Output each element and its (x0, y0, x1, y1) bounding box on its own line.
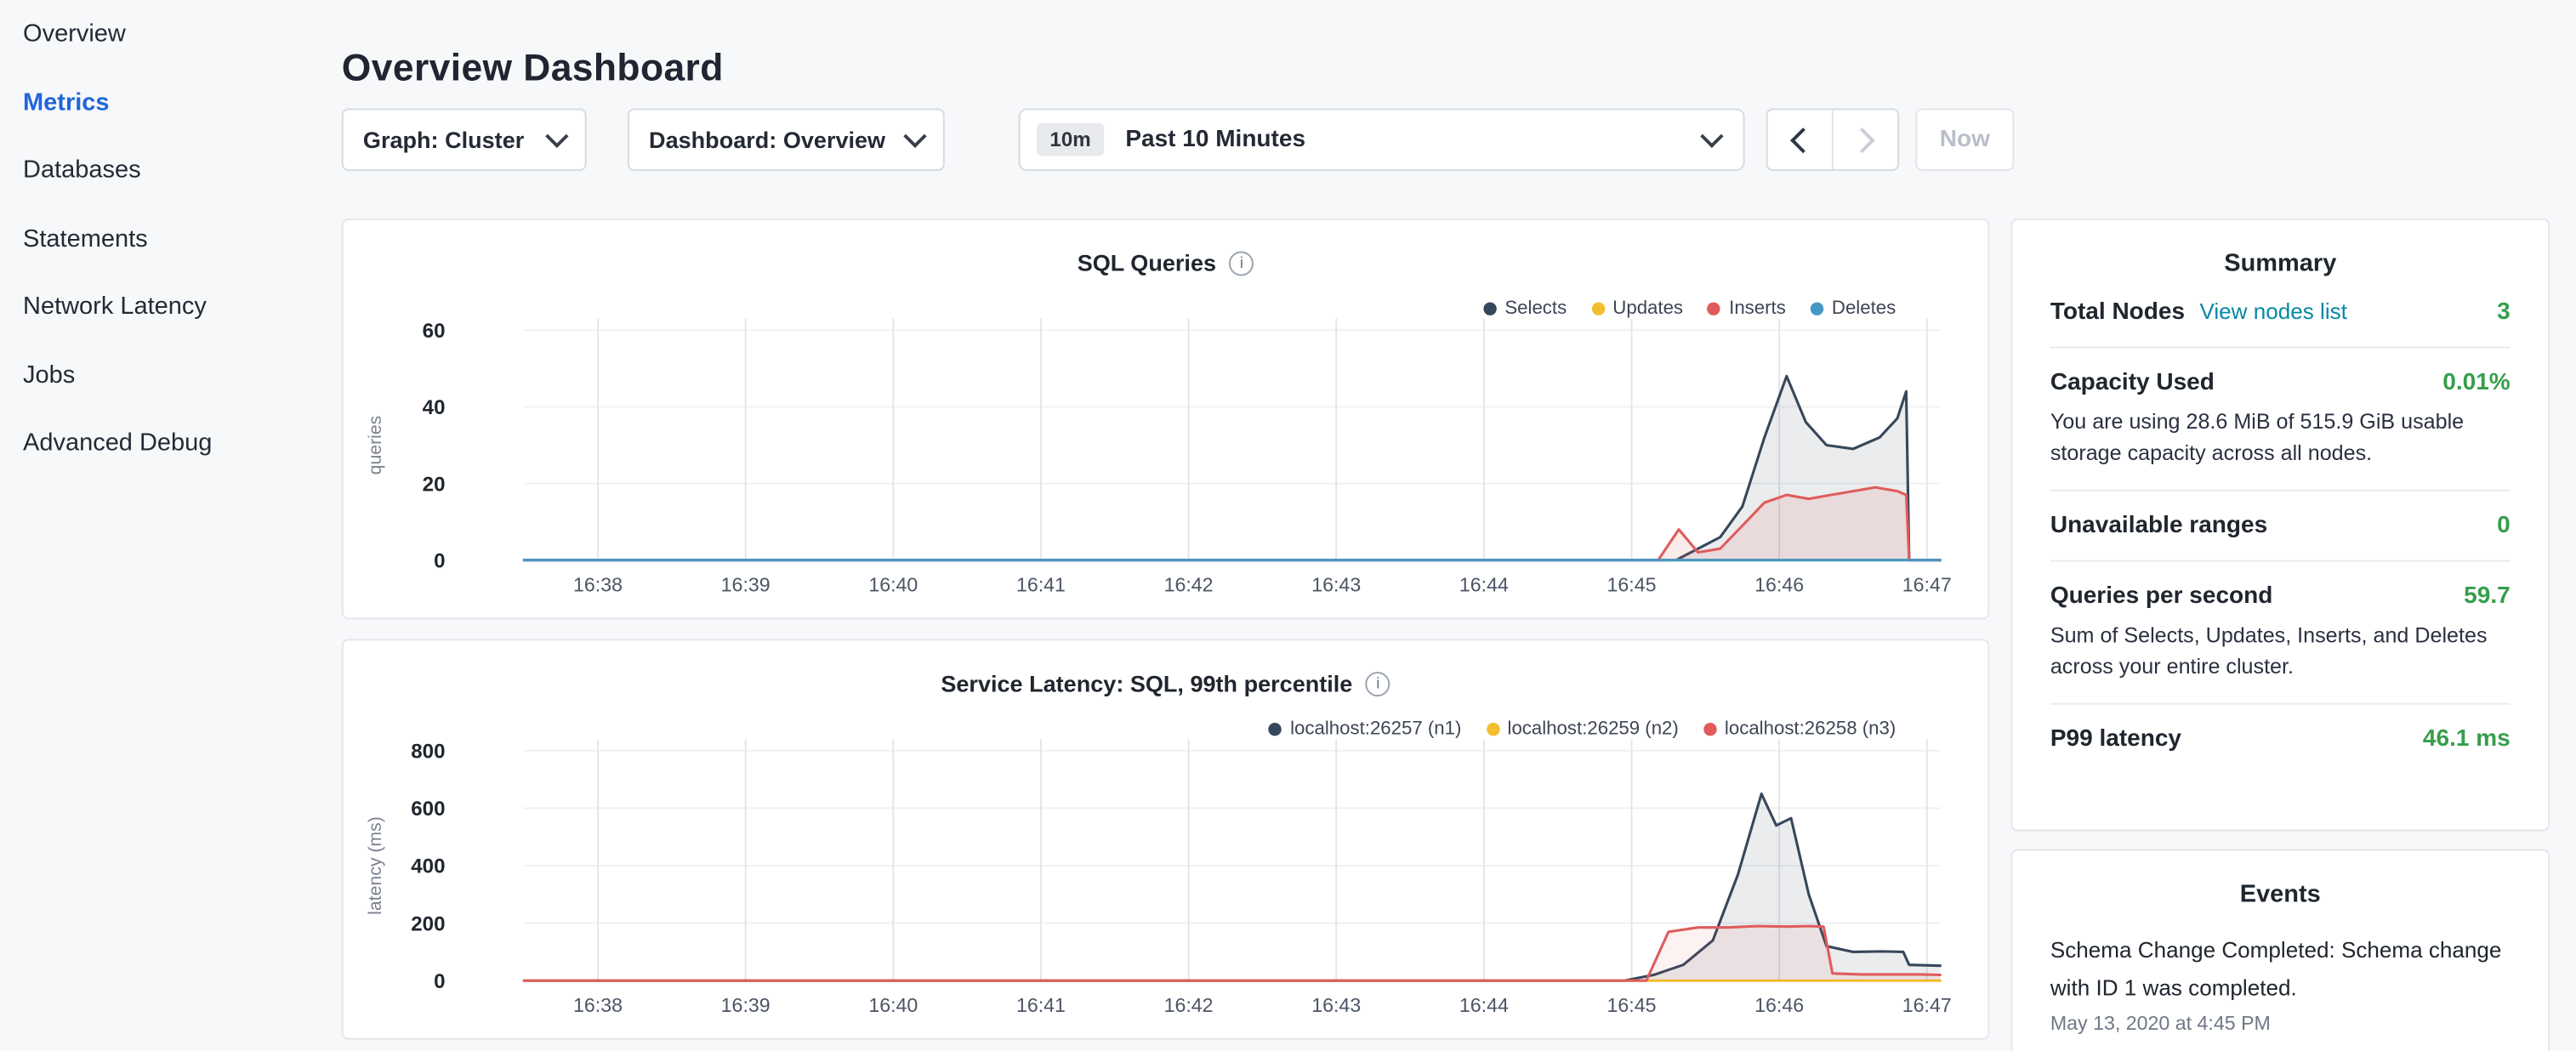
summary-description: You are using 28.6 MiB of 515.9 GiB usab… (2050, 406, 2511, 468)
time-range-badge: 10m (1037, 123, 1104, 156)
svg-text:16:47: 16:47 (1902, 573, 1952, 595)
sidebar-item-jobs[interactable]: Jobs (0, 341, 321, 409)
svg-text:16:41: 16:41 (1016, 994, 1066, 1016)
sql-queries-plot: 0 20 40 60 16:38 16:39 16:40 16:41 16:42 16:43 16:… (344, 220, 1988, 617)
dashboard-label: Dashboard: Overview (649, 127, 885, 153)
svg-text:40: 40 (423, 396, 446, 419)
svg-text:16:47: 16:47 (1902, 994, 1952, 1016)
chevron-right-icon (1850, 127, 1875, 152)
svg-text:16:38: 16:38 (573, 994, 623, 1016)
summary-label: Capacity Used (2050, 370, 2215, 396)
events-title: Events (2050, 851, 2511, 909)
summary-label: Unavailable ranges (2050, 513, 2267, 539)
sidebar: Overview Metrics Databases Statements Ne… (0, 0, 321, 1051)
summary-row-total-nodes: Total Nodes View nodes list 3 (2050, 277, 2511, 348)
svg-text:800: 800 (411, 741, 445, 764)
graph-scope-label: Graph: Cluster (363, 127, 524, 153)
svg-text:60: 60 (423, 320, 446, 343)
view-nodes-list-link[interactable]: View nodes list (2199, 299, 2346, 324)
service-latency-plot: 0 200 400 600 800 16:38 16:39 16:40 16:41 16:42 16… (344, 640, 1988, 1037)
sidebar-item-overview[interactable]: Overview (0, 0, 321, 68)
svg-text:16:41: 16:41 (1016, 573, 1066, 595)
summary-value: 46.1 ms (2423, 726, 2511, 753)
summary-value: 3 (2497, 299, 2511, 326)
sidebar-item-metrics[interactable]: Metrics (0, 68, 321, 136)
svg-text:0: 0 (434, 549, 445, 572)
page-title: Overview Dashboard (342, 47, 724, 91)
svg-text:16:44: 16:44 (1459, 573, 1509, 595)
sidebar-item-network-latency[interactable]: Network Latency (0, 273, 321, 341)
graph-scope-dropdown[interactable]: Graph: Cluster (342, 108, 587, 170)
summary-row-queries-per-second: Queries per second 59.7 Sum of Selects, … (2050, 562, 2511, 705)
chevron-left-icon (1791, 127, 1817, 152)
svg-text:0: 0 (434, 970, 445, 993)
summary-row-capacity-used: Capacity Used 0.01% You are using 28.6 M… (2050, 349, 2511, 491)
sidebar-item-databases[interactable]: Databases (0, 136, 321, 204)
event-text: Schema Change Completed: Schema change w… (2050, 931, 2511, 1007)
dashboard-dropdown[interactable]: Dashboard: Overview (628, 108, 945, 170)
summary-description: Sum of Selects, Updates, Inserts, and De… (2050, 619, 2511, 681)
sidebar-item-advanced-debug[interactable]: Advanced Debug (0, 409, 321, 477)
svg-text:16:43: 16:43 (1311, 573, 1361, 595)
svg-text:16:39: 16:39 (721, 994, 771, 1016)
chevron-down-icon (903, 125, 926, 148)
chevron-down-icon (545, 125, 568, 148)
summary-value: 59.7 (2464, 583, 2511, 610)
events-panel: Events Schema Change Completed: Schema c… (2010, 849, 2550, 1051)
summary-value: 0 (2497, 513, 2511, 539)
summary-row-unavailable-ranges: Unavailable ranges 0 (2050, 491, 2511, 562)
svg-text:16:42: 16:42 (1164, 573, 1214, 595)
svg-text:20: 20 (423, 473, 446, 496)
summary-label: P99 latency (2050, 726, 2181, 753)
svg-text:200: 200 (411, 912, 445, 935)
sidebar-item-statements[interactable]: Statements (0, 205, 321, 273)
event-item: Schema Change Completed: Schema change w… (2050, 931, 2511, 1035)
service-latency-chart-card: Service Latency: SQL, 99th percentile i … (342, 639, 1990, 1039)
time-range-label: Past 10 Minutes (1125, 127, 1305, 153)
summary-title: Summary (2050, 220, 2511, 278)
time-step-buttons (1766, 108, 1899, 170)
svg-text:16:45: 16:45 (1607, 994, 1657, 1016)
svg-text:16:44: 16:44 (1459, 994, 1509, 1016)
svg-text:16:38: 16:38 (573, 573, 623, 595)
summary-label: Queries per second (2050, 583, 2273, 610)
time-range-selector[interactable]: 10m Past 10 Minutes (1019, 108, 1745, 170)
summary-value: 0.01% (2442, 370, 2510, 396)
svg-text:16:39: 16:39 (721, 573, 771, 595)
svg-text:16:46: 16:46 (1754, 994, 1804, 1016)
time-back-button[interactable] (1768, 110, 1833, 169)
summary-panel: Summary Total Nodes View nodes list 3 Ca… (2010, 219, 2550, 832)
chevron-down-icon (1700, 125, 1723, 148)
event-timestamp: May 13, 2020 at 4:45 PM (2050, 1012, 2511, 1035)
now-button[interactable]: Now (1915, 108, 2014, 170)
svg-text:16:45: 16:45 (1607, 573, 1657, 595)
svg-text:queries: queries (365, 416, 385, 475)
svg-text:latency (ms): latency (ms) (365, 816, 385, 915)
svg-text:16:40: 16:40 (868, 573, 918, 595)
svg-text:16:46: 16:46 (1754, 573, 1804, 595)
svg-text:600: 600 (411, 798, 445, 821)
svg-text:400: 400 (411, 855, 445, 878)
svg-text:16:40: 16:40 (868, 994, 918, 1016)
svg-text:16:42: 16:42 (1164, 994, 1214, 1016)
db-console-page: Overview Metrics Databases Statements Ne… (0, 0, 2576, 1051)
time-forward-button[interactable] (1833, 110, 1897, 169)
sql-queries-chart-card: SQL Queries i Selects Updates Inserts De… (342, 219, 1990, 619)
svg-text:16:43: 16:43 (1311, 994, 1361, 1016)
summary-label: Total Nodes (2050, 299, 2185, 326)
summary-row-p99-latency: P99 latency 46.1 ms (2050, 705, 2511, 774)
